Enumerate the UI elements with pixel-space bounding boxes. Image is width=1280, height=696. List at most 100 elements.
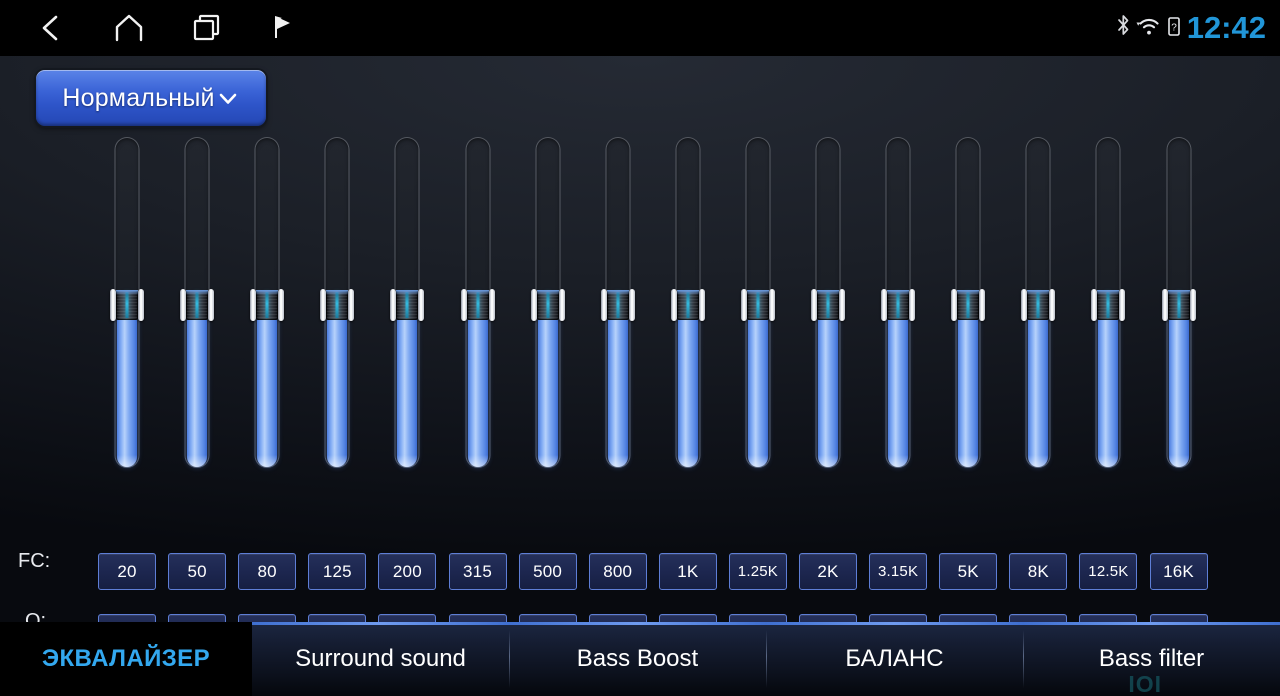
fc-row-label: FC: (18, 550, 51, 572)
tab-surround-sound[interactable]: Surround sound (252, 622, 509, 696)
status-indicators: ? 12:42 (1116, 0, 1266, 56)
slider-thumb[interactable] (881, 289, 916, 321)
svg-text:?: ? (1171, 22, 1177, 33)
tab-баланс[interactable]: БАЛАНС (766, 622, 1023, 696)
slider-thumb[interactable] (670, 289, 705, 321)
slider-thumb-grip-left (320, 289, 327, 321)
eq-slider-315[interactable] (460, 135, 495, 470)
recents-icon[interactable] (176, 0, 238, 56)
eq-slider-8k[interactable] (1021, 135, 1056, 470)
eq-slider-12.5k[interactable] (1091, 135, 1126, 470)
fc-cell-9[interactable]: 1K (658, 553, 717, 590)
slider-thumb[interactable] (951, 289, 986, 321)
slider-thumb-grip-right (278, 289, 285, 321)
slider-thumb-grip-left (250, 289, 257, 321)
slider-thumb[interactable] (180, 289, 215, 321)
fc-cell-13[interactable]: 5K (939, 553, 998, 590)
eq-slider-20[interactable] (110, 135, 144, 470)
equalizer-body: Нормальный FC: Q: 202,2502,2802,21252,22… (0, 56, 1280, 651)
back-icon[interactable] (20, 0, 82, 56)
eq-slider-1k[interactable] (670, 135, 705, 470)
fc-cell-11[interactable]: 2K (799, 553, 857, 590)
fc-cell-16[interactable]: 16K (1149, 553, 1208, 590)
eq-slider-1.25k[interactable] (740, 135, 775, 470)
slider-thumb-core (396, 290, 419, 320)
flag-icon[interactable] (252, 0, 314, 56)
slider-thumb-grip-right (558, 289, 565, 321)
slider-thumb-core (326, 290, 349, 320)
eq-slider-800[interactable] (600, 135, 635, 470)
slider-thumb-grip-right (418, 289, 425, 321)
slider-thumb-grip-left (460, 289, 467, 321)
slider-thumb[interactable] (740, 289, 775, 321)
slider-thumb[interactable] (390, 289, 425, 321)
eq-slider-80[interactable] (250, 135, 285, 470)
tab-bass-boost[interactable]: Bass Boost (509, 622, 766, 696)
slider-thumb-grip-right (909, 289, 916, 321)
slider-fill (537, 307, 558, 467)
preset-dropdown-button[interactable]: Нормальный (36, 70, 266, 126)
fc-cell-3[interactable]: 80 (238, 553, 297, 590)
slider-thumb-core (606, 290, 629, 320)
slider-thumb-grip-left (600, 289, 607, 321)
eq-slider-50[interactable] (180, 135, 215, 470)
slider-thumb[interactable] (1021, 289, 1056, 321)
eq-slider-3.15k[interactable] (881, 135, 916, 470)
slider-thumb-grip-left (110, 289, 116, 321)
slider-thumb[interactable] (600, 289, 635, 321)
clock: 12:42 (1186, 9, 1266, 45)
eq-slider-500[interactable] (530, 135, 565, 470)
eq-slider-16k[interactable] (1161, 135, 1196, 470)
eq-slider-2k[interactable] (811, 135, 845, 470)
slider-thumb-core (887, 290, 910, 320)
status-bar: ? 12:42 (0, 0, 1280, 56)
slider-thumb[interactable] (320, 289, 355, 321)
slider-thumb-grip-right (1119, 289, 1126, 321)
slider-thumb[interactable] (811, 289, 845, 321)
slider-thumb[interactable] (250, 289, 285, 321)
slider-thumb-core (957, 290, 980, 320)
slider-thumb[interactable] (110, 289, 144, 321)
home-icon[interactable] (98, 0, 160, 56)
slider-thumb[interactable] (1161, 289, 1196, 321)
slider-thumb-core (1027, 290, 1050, 320)
tab-bass-filter[interactable]: Bass filter (1023, 622, 1280, 696)
slider-fill (257, 307, 278, 467)
fc-cell-2[interactable]: 50 (168, 553, 227, 590)
slider-thumb-grip-right (488, 289, 495, 321)
slider-thumb-core (1097, 290, 1120, 320)
fc-cell-15[interactable]: 12.5K (1079, 553, 1138, 590)
fc-cell-1[interactable]: 20 (98, 553, 156, 590)
slider-fill (467, 307, 488, 467)
fc-cell-14[interactable]: 8K (1009, 553, 1068, 590)
slider-thumb[interactable] (1091, 289, 1126, 321)
fc-cell-6[interactable]: 315 (448, 553, 507, 590)
fc-cell-5[interactable]: 200 (378, 553, 437, 590)
slider-thumb-core (256, 290, 279, 320)
preset-selector-wrap: Нормальный (36, 70, 266, 126)
slider-thumb-grip-right (1049, 289, 1056, 321)
slider-fill (117, 307, 137, 467)
eq-slider-5k[interactable] (951, 135, 986, 470)
slider-thumb-grip-left (881, 289, 888, 321)
slider-thumb-core (116, 290, 138, 320)
slider-thumb-grip-right (1189, 289, 1196, 321)
tab-эквалайзер[interactable]: ЭКВАЛАЙЗЕР (0, 622, 252, 696)
bottom-tab-bar: ЭКВАЛАЙЗЕР Surround sound Bass Boost БАЛАНС… (0, 622, 1280, 696)
fc-cell-12[interactable]: 3.15K (869, 553, 928, 590)
fc-cell-4[interactable]: 125 (308, 553, 367, 590)
slider-thumb-core (817, 290, 839, 320)
slider-thumb[interactable] (530, 289, 565, 321)
chevron-down-icon (216, 86, 240, 110)
slider-thumb-grip-left (530, 289, 537, 321)
fc-cell-10[interactable]: 1.25K (728, 553, 787, 590)
eq-slider-200[interactable] (390, 135, 425, 470)
fc-cell-7[interactable]: 500 (518, 553, 577, 590)
slider-thumb-core (536, 290, 559, 320)
wifi-icon (1136, 15, 1162, 42)
slider-thumb-grip-left (1091, 289, 1098, 321)
fc-cell-8[interactable]: 800 (588, 553, 647, 590)
slider-thumb-grip-left (811, 289, 817, 321)
eq-slider-125[interactable] (320, 135, 355, 470)
slider-thumb[interactable] (460, 289, 495, 321)
